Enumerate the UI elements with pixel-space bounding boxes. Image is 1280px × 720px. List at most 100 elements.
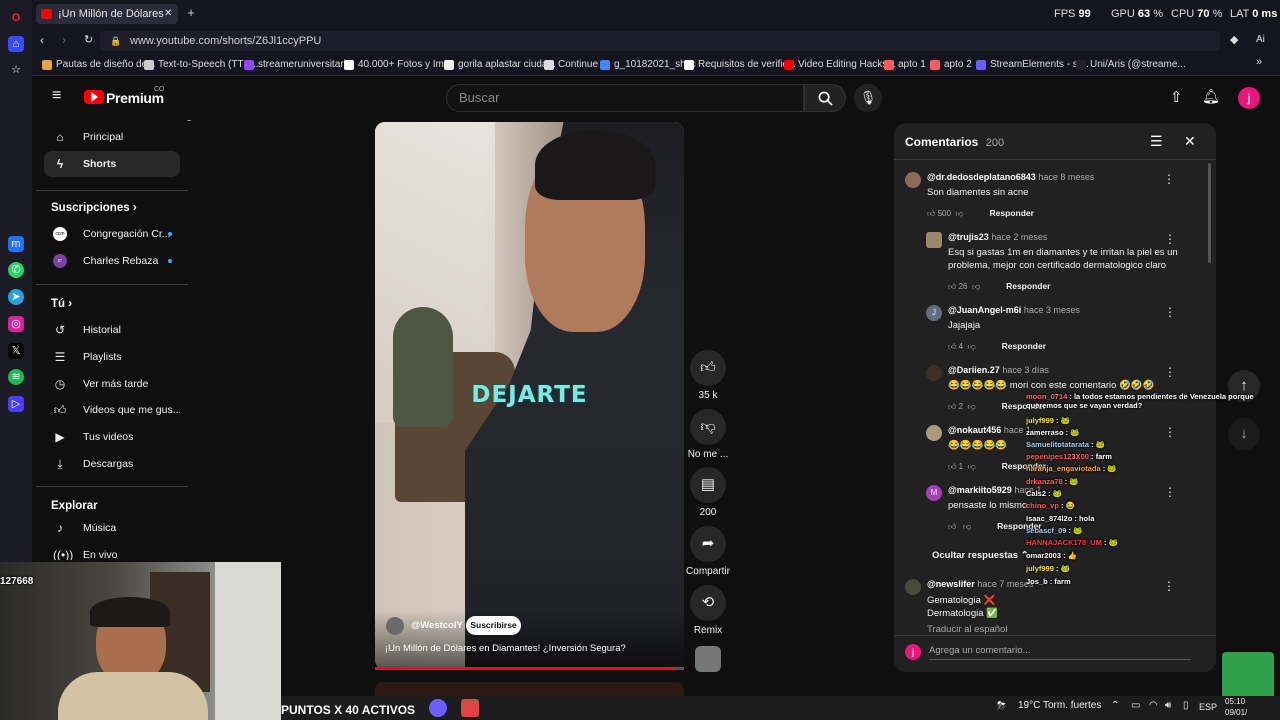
dislike-icon[interactable]: 👎︎ <box>968 402 976 411</box>
whatsapp-icon[interactable]: ✆ <box>8 262 24 278</box>
share-action[interactable]: ➦ Compartir <box>686 526 730 577</box>
like-icon[interactable]: 👍︎ <box>948 342 956 351</box>
reply-button[interactable]: Responder <box>990 208 1034 218</box>
home-icon[interactable]: ⌂ <box>8 36 24 52</box>
like-icon[interactable]: 👍︎ <box>948 282 956 291</box>
subscribe-button[interactable]: Suscribirse <box>466 616 521 635</box>
channel-avatar[interactable] <box>386 617 404 635</box>
bookmark-item[interactable]: Video Editing Hacks... <box>784 57 896 73</box>
x-icon[interactable]: 𝕏 <box>8 343 24 359</box>
sidebar-item-tus-videos[interactable]: ▶ Tus videos <box>44 424 180 450</box>
bookmark-item[interactable]: Text-to-Speech (TTS... <box>144 57 259 73</box>
dislike-action[interactable]: 👎︎ No me ... <box>686 409 730 460</box>
dislike-icon[interactable]: 👎︎ <box>972 282 980 291</box>
sidebar-item-subscription[interactable]: ccm Congregación Cr... <box>44 221 180 247</box>
comment-icon[interactable]: ▤ <box>690 467 726 503</box>
forward-icon[interactable]: › <box>62 33 66 47</box>
scrollbar[interactable] <box>1208 163 1211 263</box>
avatar[interactable] <box>905 579 921 595</box>
avatar[interactable] <box>926 425 942 441</box>
opera-logo-icon[interactable]: O <box>8 10 24 26</box>
dislike-icon[interactable]: 👎︎ <box>968 462 976 471</box>
comment-action[interactable]: ▤ 200 <box>686 467 730 518</box>
avatar[interactable]: J <box>926 305 942 321</box>
like-icon[interactable]: 👍︎ <box>948 522 956 531</box>
bookmark-item[interactable]: Continue <box>544 57 598 73</box>
bookmark-item[interactable]: apto 1 <box>884 57 926 73</box>
more-options-icon[interactable]: ⋮ <box>1164 232 1176 246</box>
sidebar-item-ver-mas-tarde[interactable]: ◷ Ver más tarde <box>44 371 180 397</box>
avatar[interactable]: j <box>1238 87 1260 109</box>
more-options-icon[interactable]: ⋮ <box>1163 172 1175 186</box>
add-comment-input[interactable]: Agrega un comentario... <box>929 645 1191 660</box>
scroll-up-icon[interactable]: ▴ <box>187 120 191 123</box>
reply-button[interactable]: Responder <box>1006 281 1050 291</box>
ai-icon[interactable]: ◆ <box>1230 33 1238 46</box>
tray-up-icon[interactable]: ⌃ <box>1111 700 1119 711</box>
spotify-icon[interactable]: ≋ <box>8 369 24 385</box>
app-icon[interactable] <box>461 699 479 717</box>
battery-icon[interactable]: ▯ <box>1183 700 1189 711</box>
sort-icon[interactable]: ☰ <box>1150 133 1163 150</box>
more-options-icon[interactable]: ⋮ <box>1164 305 1176 319</box>
language-label[interactable]: ESP <box>1199 702 1217 712</box>
you-heading[interactable]: Tú › <box>51 298 72 310</box>
share-icon[interactable]: ➦ <box>690 526 726 562</box>
bookmark-item[interactable]: gorila aplastar ciuda... <box>444 57 556 73</box>
bookmark-item[interactable]: Requisitos de verific... <box>684 57 796 73</box>
sidebar-item-historial[interactable]: ↺ Historial <box>44 317 180 343</box>
like-icon[interactable]: 👍︎ <box>927 209 935 218</box>
more-options-icon[interactable]: ⋮ <box>1164 365 1176 379</box>
messenger-icon[interactable]: m <box>8 236 24 252</box>
notifications-icon[interactable]: 🔔︎ <box>1202 88 1220 105</box>
close-icon[interactable]: ✕ <box>1184 133 1196 150</box>
like-icon[interactable]: 👍︎ <box>690 350 726 386</box>
bookmark-item[interactable]: 40.000+ Fotos y Im... <box>344 57 452 73</box>
upload-icon[interactable]: ⇧ <box>1170 88 1183 106</box>
remix-action[interactable]: ⟲ Remix <box>686 585 730 636</box>
new-tab-icon[interactable]: + <box>184 6 198 20</box>
clock-date[interactable]: 09/01/ <box>1225 708 1247 717</box>
weather-icon[interactable]: ⛈ <box>997 700 1006 713</box>
avatar[interactable] <box>926 232 942 248</box>
sidebar-item-en-vivo[interactable]: ((•)) En vivo <box>44 542 180 560</box>
progress-track[interactable] <box>375 667 684 670</box>
sidebar-item-subscription[interactable]: cr Charles Rebaza <box>44 248 180 274</box>
sidebar-item-principal[interactable]: ⌂ Principal <box>44 124 180 150</box>
like-icon[interactable]: 👍︎ <box>948 462 956 471</box>
like-icon[interactable]: 👍︎ <box>948 402 956 411</box>
telegram-icon[interactable]: ➤ <box>8 289 24 305</box>
tab-active[interactable]: ¡Un Millón de Dólares ✕ <box>36 4 178 24</box>
hide-replies-button[interactable]: Ocultar respuestas ⌃ <box>932 550 1029 561</box>
channel-name[interactable]: @WestcolY <box>411 620 463 631</box>
next-short-preview[interactable] <box>375 682 684 696</box>
reply-button[interactable]: Responder <box>1002 341 1046 351</box>
app-icon[interactable] <box>429 699 447 717</box>
back-icon[interactable]: ‹ <box>40 33 44 47</box>
sidebar-item-playlists[interactable]: ☰ Playlists <box>44 344 180 370</box>
dislike-icon[interactable]: 👎︎ <box>955 209 963 218</box>
more-bookmarks-icon[interactable]: » <box>1256 56 1262 68</box>
bookmark-item[interactable]: Pautas de diseño de... <box>42 57 156 73</box>
search-input[interactable]: Buscar <box>446 84 804 112</box>
voice-search-icon[interactable]: 🎙 <box>854 84 882 112</box>
bookmark-item[interactable]: Uni/Aris (@streame... <box>1076 57 1186 73</box>
url-field[interactable]: 🔒 www.youtube.com/shorts/Z6Jl1ccyPPU <box>100 31 1220 51</box>
sidebar-item-liked[interactable]: 👍︎ Videos que me gus... <box>44 397 180 423</box>
search-button[interactable] <box>804 84 846 112</box>
volume-icon[interactable]: 🔊︎ <box>1165 700 1171 711</box>
sidebar-item-shorts[interactable]: ϟ Shorts <box>44 151 180 177</box>
avatar[interactable] <box>905 172 921 188</box>
remix-icon[interactable]: ⟲ <box>690 585 726 621</box>
avatar[interactable] <box>926 365 942 381</box>
like-action[interactable]: 👍︎ 35 k <box>686 350 730 401</box>
sidebar-item-musica[interactable]: ♪ Música <box>44 515 180 541</box>
reload-icon[interactable]: ↻ <box>84 33 93 46</box>
dislike-icon[interactable]: 👎︎ <box>690 409 726 445</box>
avatar[interactable]: M <box>926 485 942 501</box>
bookmark-item[interactable]: streameruniversitari... <box>244 57 354 73</box>
close-tab-icon[interactable]: ✕ <box>164 4 172 24</box>
sidebar-item-descargas[interactable]: ⤓ Descargas <box>44 451 180 477</box>
aria-icon[interactable]: Ai <box>1256 34 1265 45</box>
player-icon[interactable]: ▷ <box>8 396 24 412</box>
